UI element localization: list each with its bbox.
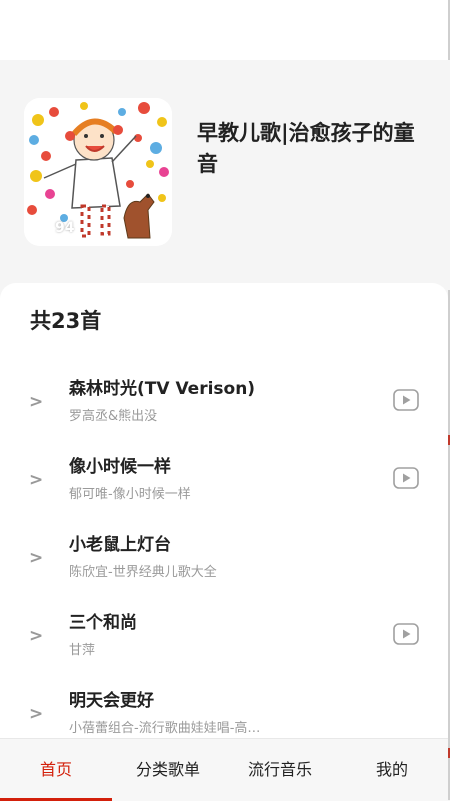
play-video-icon[interactable]: [393, 623, 419, 645]
tab-label: 首页: [39, 760, 72, 779]
tab-mine[interactable]: 我的: [336, 739, 448, 801]
song-name: 小老鼠上灯台: [69, 535, 171, 555]
bottom-tab-bar: 首页 分类歌单 流行音乐 我的: [0, 738, 448, 801]
play-count: 94: [38, 220, 74, 236]
chevron-right-icon: >: [29, 392, 44, 412]
song-subtitle: 陈欣宜-世界经典儿歌大全: [69, 565, 217, 580]
song-name: 三个和尚: [69, 613, 137, 633]
chevron-right-icon: >: [29, 626, 44, 646]
song-subtitle: 郁可唯-像小时候一样: [69, 487, 191, 502]
tab-categories[interactable]: 分类歌单: [112, 739, 224, 801]
chevron-right-icon: >: [29, 470, 44, 490]
song-name: 森林时光(TV Verison): [69, 379, 256, 399]
song-name: 明天会更好: [69, 691, 154, 711]
status-bar: [0, 0, 450, 60]
song-subtitle: 小蓓蕾组合-流行歌曲娃娃唱-高…: [69, 721, 261, 736]
playlist-header: 94 早教儿歌|治愈孩子的童音: [0, 60, 450, 290]
playlist-cover[interactable]: 94: [24, 98, 172, 246]
song-name: 像小时候一样: [69, 457, 171, 477]
song-row[interactable]: > 森林时光(TV Verison) 罗高丞&熊出没: [0, 366, 448, 444]
song-row[interactable]: > 小老鼠上灯台 陈欣宜-世界经典儿歌大全: [0, 522, 448, 600]
play-count-value: 94: [55, 220, 75, 236]
tab-popular-music[interactable]: 流行音乐: [224, 739, 336, 801]
song-subtitle: 甘萍: [69, 643, 96, 658]
play-video-icon[interactable]: [393, 467, 419, 489]
song-row[interactable]: > 三个和尚 甘萍: [0, 600, 448, 678]
tab-home[interactable]: 首页: [0, 739, 112, 801]
play-icon: [38, 221, 49, 235]
song-subtitle: 罗高丞&熊出没: [69, 409, 158, 424]
song-list-panel: 共23首 > 森林时光(TV Verison) 罗高丞&熊出没 > 像小时候一样…: [0, 283, 448, 800]
chevron-right-icon: >: [29, 548, 44, 568]
play-video-icon[interactable]: [393, 389, 419, 411]
tab-label: 流行音乐: [247, 760, 312, 779]
song-count-label: 共23首: [30, 309, 102, 333]
chevron-right-icon: >: [29, 704, 44, 724]
playlist-title: 早教儿歌|治愈孩子的童音: [197, 121, 415, 176]
tab-label: 分类歌单: [135, 760, 200, 779]
song-row[interactable]: > 像小时候一样 郁可唯-像小时候一样: [0, 444, 448, 522]
tab-label: 我的: [375, 760, 408, 779]
